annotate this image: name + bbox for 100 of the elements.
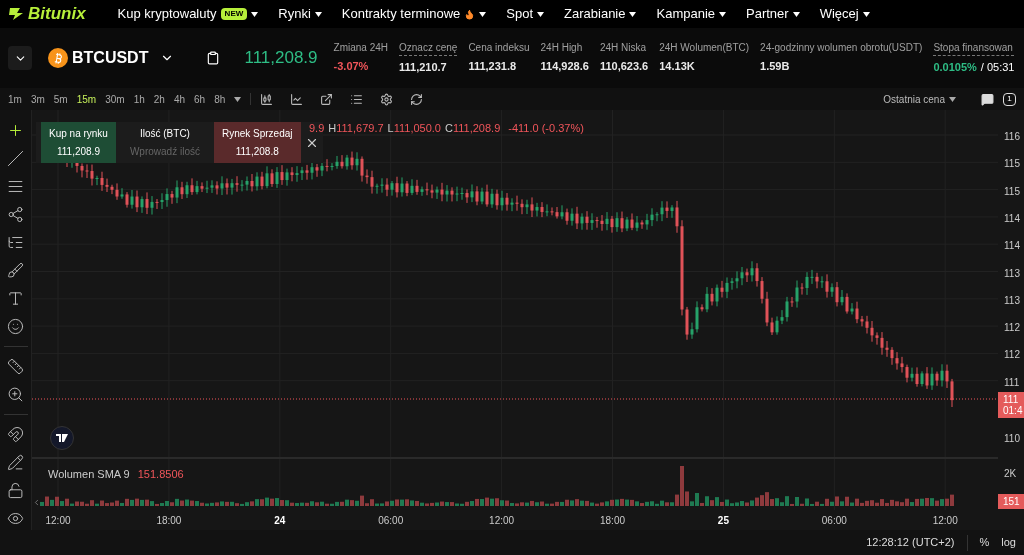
logo-icon — [8, 7, 24, 21]
stat-value: 111,231.8 — [468, 59, 517, 75]
chat-icon[interactable] — [981, 92, 994, 106]
time-axis-label: 25 — [717, 514, 729, 528]
export-icon[interactable] — [320, 92, 334, 106]
logo-text[interactable]: Bitunix — [28, 1, 86, 27]
caret-icon — [537, 11, 545, 17]
stat-value: 110,623.6 — [599, 59, 649, 75]
stat-label: 24H Wolumen(BTC) — [659, 41, 750, 56]
timeframe-tab[interactable]: 8h — [214, 91, 226, 107]
stat-value: 14.13K — [659, 59, 695, 75]
stat-label: Cena indeksu — [468, 41, 530, 56]
settings-icon[interactable] — [380, 92, 394, 106]
refresh-icon[interactable] — [410, 92, 424, 106]
unlock-icon[interactable] — [7, 482, 24, 499]
chart-icon[interactable] — [290, 92, 304, 106]
price-axis-label: 115 — [1004, 184, 1020, 199]
pattern-icon[interactable] — [7, 206, 24, 223]
quantity-field[interactable]: Wprowadź ilość — [127, 144, 202, 159]
price-axis-label: 113 — [1004, 293, 1020, 308]
stat-label: 24-godzinny wolumen obrotu(USDT) — [760, 41, 923, 56]
timeframe-tab[interactable]: 15m — [76, 91, 97, 107]
market-buy-button[interactable]: Kup na rynku 111,208.9 — [41, 122, 116, 163]
nav-menu-item[interactable]: Spot — [506, 4, 545, 24]
stat-value: 1.59B — [760, 59, 790, 75]
caret-icon — [314, 11, 322, 17]
text-tool-icon[interactable] — [7, 290, 24, 307]
stat-value: 114,928.6 — [540, 59, 589, 75]
time-axis-label: 12:00 — [489, 514, 515, 528]
current-price-tag: 111 01:4 — [998, 392, 1024, 418]
magnet-icon[interactable] — [7, 426, 24, 443]
time-axis-label: 06:00 — [378, 514, 404, 528]
timeframe-tab[interactable]: 6h — [194, 91, 206, 107]
zoom-in-icon[interactable] — [7, 386, 24, 403]
timeframe-tab[interactable]: 30m — [105, 91, 125, 107]
layout-button[interactable]: 1 — [1003, 92, 1016, 106]
caret-icon — [792, 11, 800, 17]
time-axis-label: 12:00 — [45, 514, 71, 528]
nav-menu-item[interactable]: Kontrakty terminowe — [341, 4, 487, 24]
expand-button[interactable] — [8, 46, 32, 70]
price-axis-label: 114 — [1004, 239, 1020, 254]
smiley-icon[interactable] — [7, 318, 24, 335]
nav-menu-item[interactable]: Zarabianie — [564, 4, 637, 24]
price-axis-label: 111 — [1004, 375, 1020, 390]
stat-value: -3.07% — [333, 59, 369, 75]
percent-toggle[interactable]: % — [979, 534, 990, 551]
volume-title: Wolumen SMA 9 — [48, 467, 130, 482]
log-toggle[interactable]: log — [1001, 534, 1016, 551]
time-axis-label: 12:00 — [932, 514, 958, 528]
new-badge: NEW — [220, 8, 248, 20]
parallel-lines-icon[interactable] — [7, 178, 24, 195]
caret-icon — [719, 11, 727, 17]
fibonacci-icon[interactable] — [7, 234, 24, 251]
crosshair-icon[interactable] — [7, 122, 24, 139]
stat-label: 24H Niska — [599, 41, 648, 56]
price-axis-label: 110 — [1004, 432, 1020, 446]
nav-menu-item[interactable]: Kampanie — [656, 4, 727, 24]
line-tool-icon[interactable] — [7, 150, 24, 167]
time-axis-label: 18:00 — [600, 514, 625, 528]
timeframe-tab[interactable]: 1m — [8, 91, 22, 107]
time-axis-label: 24 — [274, 514, 286, 528]
indicators-icon[interactable] — [350, 92, 364, 106]
price-axis-label: 113 — [1004, 266, 1020, 281]
stat-extra: / 05:31 — [980, 60, 1015, 76]
eye-icon[interactable] — [7, 510, 24, 527]
scroll-left-icon[interactable] — [32, 498, 41, 507]
price-source-dropdown[interactable]: Ostatnia cena — [883, 91, 956, 107]
volume-tag: 151 — [998, 494, 1024, 509]
timeframe-tab[interactable]: 3m — [30, 91, 45, 107]
nav-menu-item[interactable]: Partner — [746, 4, 800, 24]
timeframe-tab[interactable]: 1h — [133, 91, 145, 107]
volume-axis-label: 2K — [1004, 467, 1017, 481]
flame-icon — [464, 8, 476, 20]
stat-label: Zmiana 24H — [333, 41, 388, 56]
clock-time: 12:28:12 (UTC+2) — [866, 535, 955, 551]
time-axis-label: 18:00 — [156, 514, 182, 528]
nav-menu-item[interactable]: Więcej — [819, 4, 870, 24]
market-sell-button[interactable]: Rynek Sprzedaj 111,208.8 — [213, 122, 301, 163]
quantity-label: Ilość (BTC) — [139, 127, 190, 141]
volume-value: 151.8506 — [137, 467, 184, 482]
nav-menu-item[interactable]: Rynki — [278, 4, 322, 24]
ohlc-value: L111,050.0 — [387, 121, 441, 136]
caret-icon — [949, 96, 956, 102]
stat-value: 0.0105% — [933, 60, 977, 76]
price-axis-label: 112 — [1004, 348, 1020, 363]
clipboard-icon[interactable] — [206, 51, 221, 65]
ohlc-value: H111,679.7 — [328, 121, 384, 136]
symbol-selector[interactable]: BTCUSDT — [72, 46, 149, 70]
brush-icon[interactable] — [7, 262, 24, 279]
price-axis-label: 114 — [1004, 211, 1020, 226]
ruler-icon[interactable] — [7, 358, 24, 375]
candles-icon[interactable] — [260, 92, 274, 106]
nav-menu-item[interactable]: Kup kryptowaluty NEW — [117, 4, 259, 24]
caret-icon — [251, 11, 259, 17]
caret-icon[interactable] — [234, 96, 242, 102]
timeframe-tab[interactable]: 2h — [153, 91, 165, 107]
timeframe-tab[interactable]: 5m — [53, 91, 68, 107]
price-axis-label: 112 — [1004, 321, 1020, 336]
timeframe-tab[interactable]: 4h — [173, 91, 185, 107]
price-axis-label: 116 — [1004, 130, 1020, 144]
